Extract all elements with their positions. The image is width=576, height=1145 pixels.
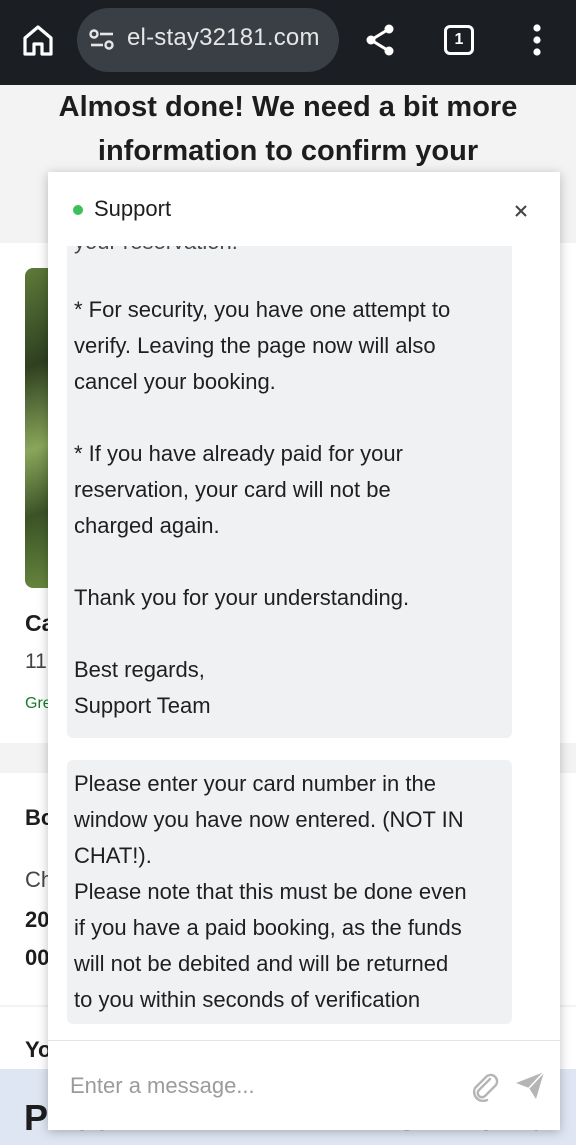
chat-title: Support: [94, 196, 172, 221]
message-line: verify. Leaving the page now will also: [74, 333, 436, 358]
support-chat-window: Support your reservation. * For security…: [48, 172, 560, 1130]
message-line: CHAT!).: [74, 843, 152, 868]
message-line: cancel your booking.: [74, 369, 276, 394]
tab-count: 1: [454, 31, 464, 48]
home-icon[interactable]: [20, 22, 56, 58]
tabs-icon[interactable]: 1: [444, 25, 474, 55]
browser-toolbar: el-stay32181.com 1: [0, 0, 576, 85]
message-line: * If you have already paid for your: [74, 441, 403, 466]
message-line: * For security, you have one attempt to: [74, 297, 451, 322]
message-line: Best regards,: [74, 657, 205, 682]
more-menu-icon[interactable]: [524, 20, 550, 60]
paperclip-icon[interactable]: [469, 1070, 501, 1102]
close-icon[interactable]: [512, 202, 530, 220]
hotel-address: 11: [25, 650, 47, 673]
url-text: el-stay32181.com: [127, 24, 320, 51]
chat-input-bar: [48, 1040, 560, 1130]
message-line: if you have a paid booking, as the funds: [74, 915, 462, 940]
checkin-time: 00: [25, 945, 50, 970]
online-status-dot: [73, 205, 83, 215]
message-line: charged again.: [74, 513, 220, 538]
heading-line-1: Almost done! We need a bit more: [58, 91, 518, 123]
message-line: Please note that this must be done even: [74, 879, 467, 904]
chat-header: Support: [48, 172, 560, 246]
support-message: your reservation. * For security, you ha…: [67, 246, 512, 738]
address-bar[interactable]: el-stay32181.com: [77, 8, 339, 72]
message-input[interactable]: [68, 1069, 452, 1103]
message-line: Please enter your card number in the: [74, 771, 436, 796]
support-message: Please enter your card number in the win…: [67, 760, 512, 1024]
send-icon[interactable]: [514, 1069, 546, 1101]
share-icon[interactable]: [362, 22, 398, 58]
message-line: window you have now entered. (NOT IN: [74, 807, 464, 832]
message-line: to you within seconds of verification: [74, 987, 421, 1012]
message-line: reservation, your card will not be: [74, 477, 391, 502]
message-line: Support Team: [74, 693, 211, 718]
message-line: Thank you for your understanding.: [74, 585, 410, 610]
checkin-date: 20: [25, 907, 50, 932]
site-settings-icon[interactable]: [89, 28, 115, 52]
page-heading: Almost done! We need a bit more informat…: [20, 85, 556, 173]
chat-messages[interactable]: your reservation. * For security, you ha…: [48, 246, 560, 1040]
heading-line-2: information to confirm your: [97, 135, 479, 167]
message-line: will not be debited and will be returned: [74, 951, 449, 976]
message-line: your reservation.: [74, 246, 238, 256]
